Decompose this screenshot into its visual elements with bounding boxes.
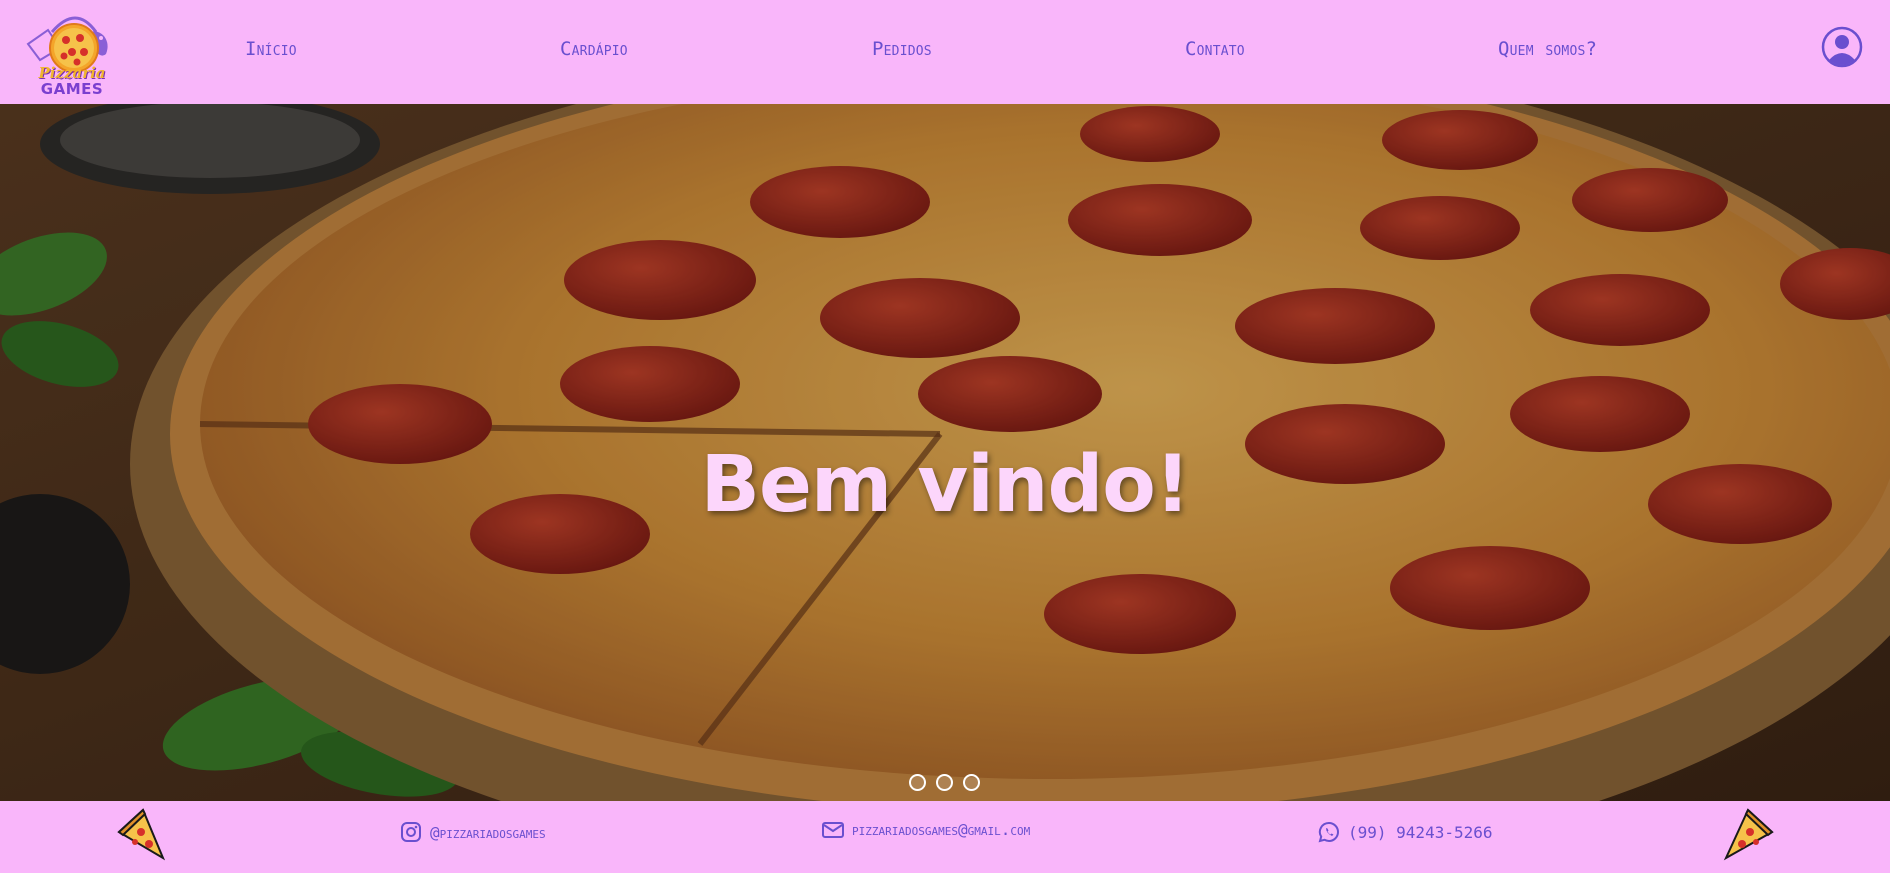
footer-phone-text: (99) 94243-5266 (1348, 822, 1493, 842)
carousel-dot-1[interactable] (909, 774, 926, 791)
navbar: Pizzaria GAMES Início Cardápio Pedidos C… (0, 0, 1890, 104)
user-profile-button[interactable] (1821, 26, 1863, 68)
whatsapp-icon (1318, 821, 1339, 843)
instagram-icon (401, 822, 421, 842)
mail-icon (822, 821, 844, 838)
footer-whatsapp-link[interactable]: (99) 94243-5266 (1318, 821, 1493, 843)
carousel-dot-2[interactable] (936, 774, 953, 791)
hero-carousel: Bem vindo! (0, 104, 1890, 801)
hero-title: Bem vindo! (700, 440, 1191, 530)
carousel-dot-3[interactable] (963, 774, 980, 791)
nav-link-contato[interactable]: Contato (1185, 38, 1245, 60)
footer-instagram-text: @pizzariadosgames (430, 822, 546, 842)
footer-email-text: pizzariadosgames@gmail.com (852, 820, 1031, 839)
brand-logo[interactable]: Pizzaria GAMES (24, 8, 120, 100)
nav-link-pedidos[interactable]: Pedidos (872, 38, 932, 60)
nav-link-quem-somos[interactable]: Quem somos? (1498, 38, 1597, 60)
user-profile-icon (1821, 26, 1863, 68)
pizza-slice-icon (1723, 808, 1774, 861)
nav-link-cardapio[interactable]: Cardápio (560, 38, 628, 60)
nav-link-inicio[interactable]: Início (245, 38, 297, 60)
pizza-slice-icon (117, 808, 166, 861)
brand-name-line2: GAMES (40, 80, 104, 98)
carousel-indicators (909, 774, 980, 792)
footer-instagram-link[interactable]: @pizzariadosgames (400, 821, 546, 843)
footer-email-link[interactable]: pizzariadosgames@gmail.com (822, 820, 1030, 839)
